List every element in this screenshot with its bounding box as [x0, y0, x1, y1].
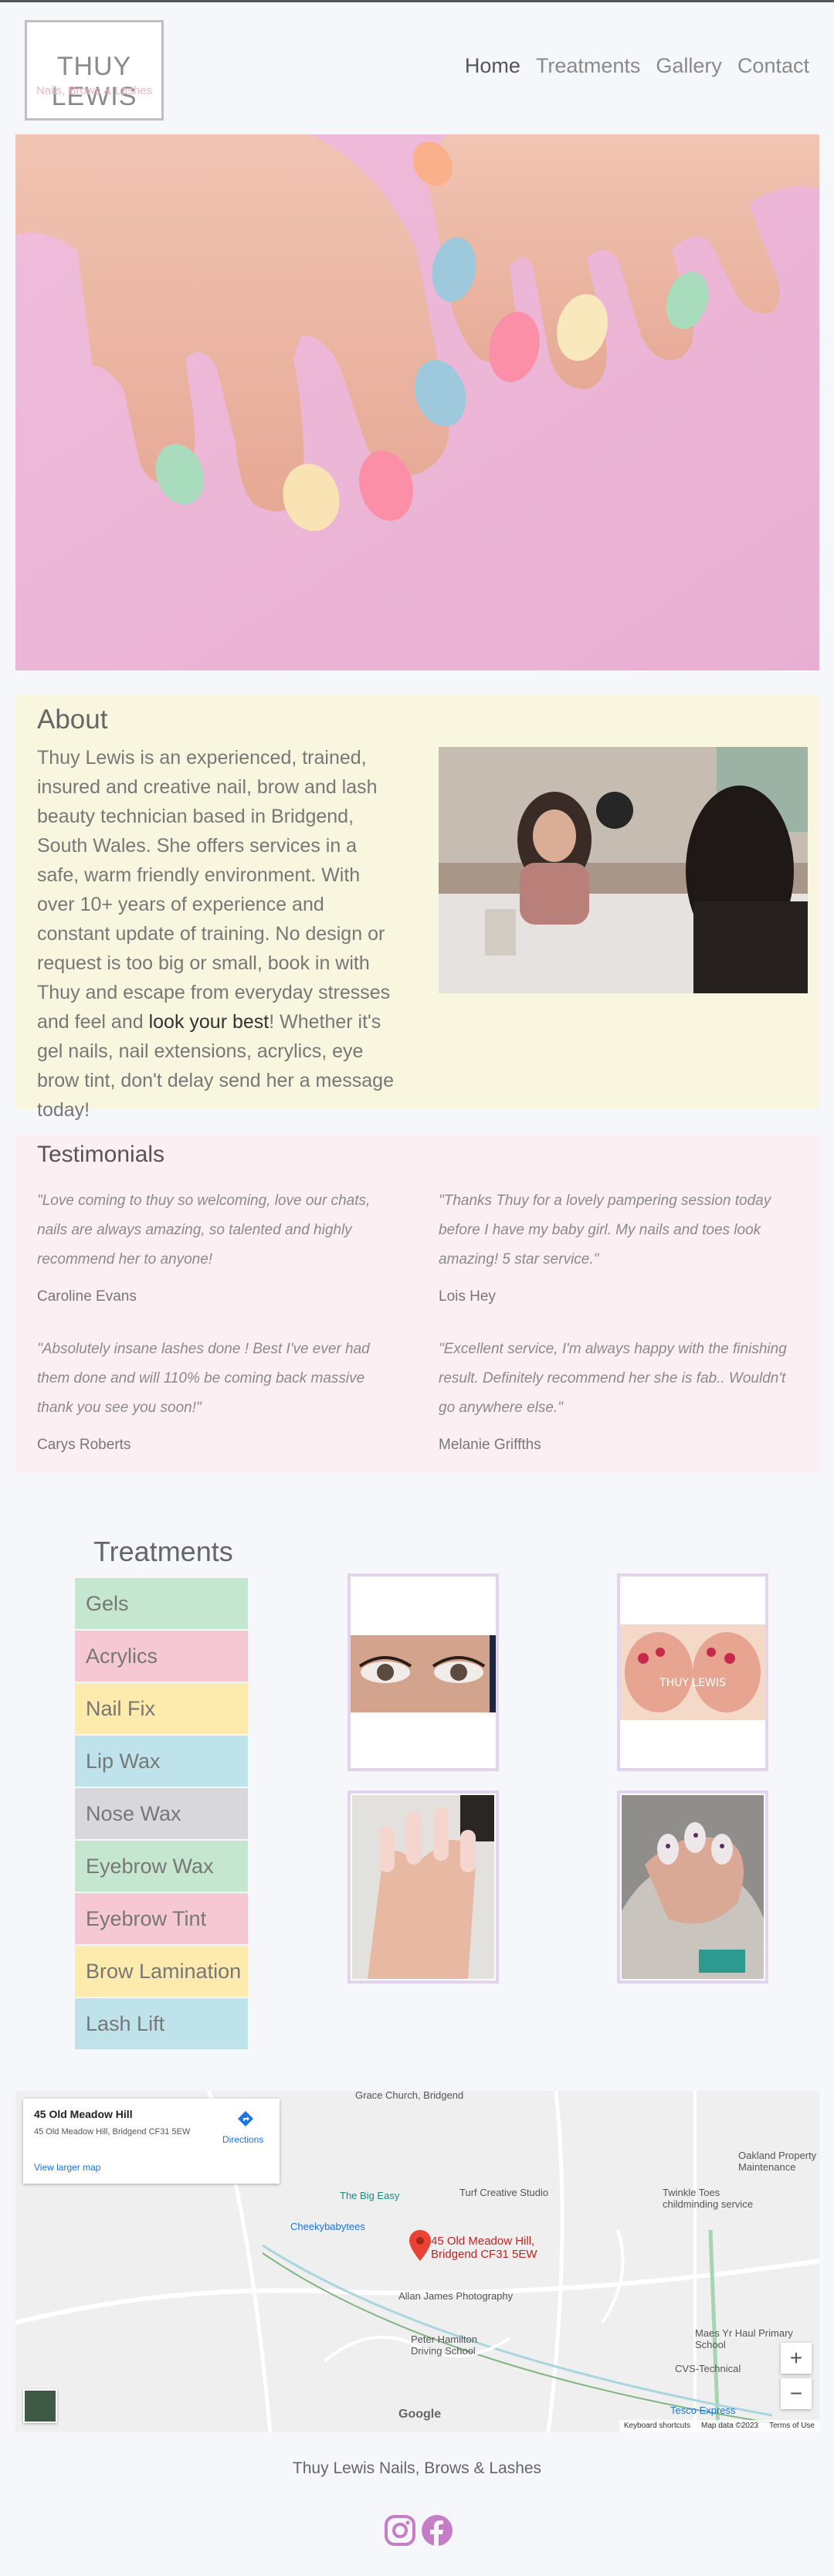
instagram-icon[interactable] — [384, 2514, 416, 2547]
google-logo: Google — [398, 2408, 442, 2421]
hands-with-nails-illustration — [15, 134, 819, 670]
testimonials-heading: Testimonials — [37, 1142, 165, 1167]
treatment-item[interactable]: Acrylics — [75, 1631, 248, 1683]
treatment-item[interactable]: Brow Lamination — [75, 1946, 248, 1998]
treatment-item[interactable]: Eyebrow Wax — [75, 1841, 248, 1893]
logo-title: THUY LEWIS — [51, 52, 137, 111]
nav-contact[interactable]: Contact — [737, 54, 809, 78]
directions-icon[interactable] — [236, 2109, 255, 2128]
testimonial-card: "Excellent service, I'm always happy wit… — [439, 1335, 802, 1454]
map-embed[interactable]: 45 Old Meadow Hill 45 Old Meadow Hill, B… — [15, 2091, 819, 2432]
treatment-item[interactable]: Nose Wax — [75, 1788, 248, 1841]
map-place[interactable]: The Big Easy — [340, 2190, 399, 2201]
treatments-list: Gels Acrylics Nail Fix Lip Wax Nose Wax … — [75, 1578, 248, 2051]
testimonial-quote: "Love coming to thuy so welcoming, love … — [37, 1193, 371, 1268]
about-photo — [439, 747, 808, 993]
map-card-title: 45 Old Meadow Hill — [34, 2108, 133, 2120]
gallery-watermark: THUY LEWIS — [659, 1677, 726, 1689]
testimonial-quote: "Thanks Thuy for a lovely pampering sess… — [439, 1193, 771, 1268]
treatment-item[interactable]: Gels — [75, 1578, 248, 1631]
about-emphasis: look your best — [148, 1011, 270, 1033]
map-place[interactable]: Tesco Express — [670, 2405, 736, 2416]
map-data-label: Map data ©2023 — [701, 2422, 759, 2430]
facebook-icon[interactable] — [421, 2514, 453, 2547]
gallery-tile-dot-nails[interactable] — [617, 1790, 768, 1984]
map-card-address: 45 Old Meadow Hill, Bridgend CF31 5EW — [34, 2127, 191, 2136]
gallery-tile-toes[interactable]: THUY LEWIS — [617, 1573, 768, 1771]
map-info-card: 45 Old Meadow Hill 45 Old Meadow Hill, B… — [23, 2099, 280, 2184]
about-text: Thuy Lewis is an experienced, trained, i… — [37, 747, 394, 1121]
treatment-item[interactable]: Eyebrow Tint — [75, 1893, 248, 1946]
treatment-item[interactable]: Nail Fix — [75, 1683, 248, 1736]
map-place[interactable]: Allan James Photography — [398, 2290, 513, 2302]
zoom-in-button[interactable]: + — [781, 2343, 812, 2374]
terms-link[interactable]: Terms of Use — [769, 2422, 815, 2431]
logo-subtitle: Nails, Brows & Lashes — [36, 84, 153, 97]
dot-nails-photo — [622, 1795, 764, 1979]
testimonial-author: Lois Hey — [439, 1288, 496, 1305]
testimonial-card: "Thanks Thuy for a lovely pampering sess… — [439, 1186, 802, 1305]
gallery-tile-french-nails[interactable] — [348, 1790, 499, 1984]
gallery-tile-lashes[interactable] — [348, 1573, 499, 1771]
map-place[interactable]: Peter Hamilton Driving School — [411, 2333, 496, 2357]
testimonials-section: Testimonials "Love coming to thuy so wel… — [15, 1135, 819, 1472]
treatments-heading: Treatments — [93, 1536, 233, 1567]
map-marker-icon[interactable] — [409, 2230, 431, 2261]
map-marker-label[interactable]: 45 Old Meadow Hill, Bridgend CF31 5EW — [431, 2235, 554, 2261]
testimonial-quote: "Excellent service, I'm always happy wit… — [439, 1341, 787, 1416]
map-place[interactable]: Cheekybabytees — [290, 2221, 365, 2232]
french-nails-photo — [352, 1795, 494, 1979]
map-place[interactable]: Twinkle Toes childminding service — [663, 2187, 778, 2210]
about-section: About Thuy Lewis is an experienced, trai… — [15, 695, 819, 1121]
nail-salon-photo — [439, 747, 808, 993]
logo[interactable]: THUY LEWIS Nails, Brows & Lashes — [25, 20, 164, 120]
map-place[interactable]: Oakland Property Maintenance — [738, 2150, 819, 2173]
directions-link[interactable]: Directions — [222, 2134, 263, 2145]
nav-gallery[interactable]: Gallery — [656, 54, 722, 78]
keyboard-shortcuts-link[interactable]: Keyboard shortcuts — [624, 2422, 690, 2431]
map-footer: Keyboard shortcuts Map data ©2023 Terms … — [619, 2420, 819, 2432]
map-place[interactable]: Grace Church, Bridgend — [355, 2091, 463, 2101]
testimonial-card: "Love coming to thuy so welcoming, love … — [37, 1186, 400, 1305]
map-satellite-toggle[interactable] — [23, 2389, 57, 2423]
treatment-item[interactable]: Lash Lift — [75, 1998, 248, 2051]
footer-text: Thuy Lewis Nails, Brows & Lashes — [292, 2459, 542, 2477]
social-links — [384, 2514, 453, 2547]
testimonial-author: Carys Roberts — [37, 1437, 131, 1453]
main-nav: Home Treatments Gallery Contact — [465, 54, 809, 78]
about-heading: About — [37, 704, 108, 735]
top-border — [0, 0, 834, 2]
testimonial-author: Melanie Griffths — [439, 1437, 541, 1453]
nav-treatments[interactable]: Treatments — [536, 54, 641, 78]
nav-home[interactable]: Home — [465, 54, 520, 78]
testimonial-card: "Absolutely insane lashes done ! Best I'… — [37, 1335, 400, 1454]
lashes-photo — [351, 1635, 496, 1712]
testimonial-quote: "Absolutely insane lashes done ! Best I'… — [37, 1341, 370, 1416]
zoom-out-button[interactable]: − — [781, 2378, 812, 2409]
testimonial-author: Caroline Evans — [37, 1288, 137, 1305]
map-place[interactable]: Turf Creative Studio — [459, 2187, 548, 2198]
hero-image — [15, 134, 819, 670]
view-larger-map-link[interactable]: View larger map — [34, 2162, 100, 2173]
map-place[interactable]: CVS-Technical — [675, 2363, 741, 2374]
toenails-photo: THUY LEWIS — [620, 1624, 765, 1720]
treatment-item[interactable]: Lip Wax — [75, 1736, 248, 1788]
